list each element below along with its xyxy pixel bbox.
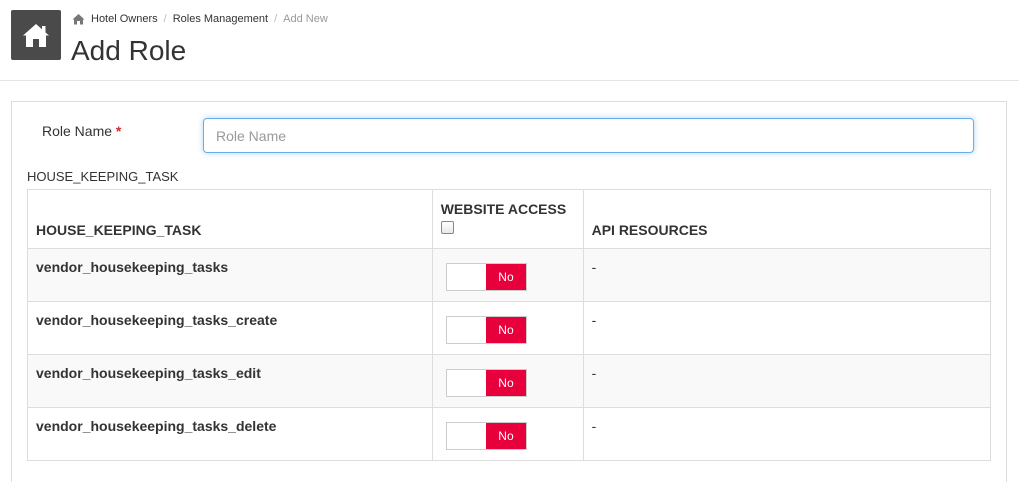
breadcrumb-hotel-owners[interactable]: Hotel Owners [91,13,158,25]
access-cell: No [431,407,584,461]
task-name: vendor_housekeeping_tasks_edit [27,354,433,408]
toggle-knob [446,370,487,396]
toggle-knob [446,317,487,343]
breadcrumb-home-icon[interactable] [72,13,85,25]
select-all-checkbox[interactable] [440,221,454,234]
role-name-label-text: Role Name [42,123,113,139]
column-header-website-access: WEBSITE ACCESS [431,189,584,249]
task-name: vendor_housekeeping_tasks [27,248,433,302]
access-toggle[interactable]: No [445,422,527,450]
breadcrumb: Hotel Owners / Roles Management / Add Ne… [72,11,328,27]
api-resources-cell: - [582,407,992,461]
column-header-api-resources: API RESOURCES [582,189,992,249]
toggle-state-label: No [486,264,526,290]
column-header-task: HOUSE_KEEPING_TASK [27,189,433,249]
toggle-state-label: No [486,370,526,396]
api-resources-cell: - [582,301,992,355]
table-row: vendor_housekeeping_tasks No - [27,248,992,302]
access-cell: No [431,248,584,302]
home-icon [23,24,49,47]
toggle-knob [446,264,487,290]
table-row: vendor_housekeeping_tasks_delete No - [27,407,992,461]
table-row: vendor_housekeeping_tasks_create No - [27,301,992,355]
required-marker: * [115,123,122,139]
table-row: vendor_housekeeping_tasks_edit No - [27,354,992,408]
access-toggle[interactable]: No [445,263,527,291]
api-resources-cell: - [582,354,992,408]
role-name-label: Role Name * [42,123,121,139]
section-title: HOUSE_KEEPING_TASK [27,169,179,184]
home-button[interactable] [11,10,61,60]
page-title: Add Role [71,35,187,66]
breadcrumb-separator: / [274,13,278,25]
toggle-state-label: No [486,317,526,343]
access-toggle[interactable]: No [445,316,527,344]
task-name: vendor_housekeeping_tasks_delete [27,407,433,461]
toggle-knob [446,423,487,449]
access-cell: No [431,301,584,355]
website-access-label: WEBSITE ACCESS [440,201,567,217]
api-resources-cell: - [582,248,992,302]
page-header: Hotel Owners / Roles Management / Add Ne… [0,0,1019,81]
permissions-table: HOUSE_KEEPING_TASK WEBSITE ACCESS API RE… [27,189,992,461]
table-header-row: HOUSE_KEEPING_TASK WEBSITE ACCESS API RE… [27,189,992,249]
role-name-input[interactable] [203,118,974,153]
access-cell: No [431,354,584,408]
task-name: vendor_housekeeping_tasks_create [27,301,433,355]
toggle-state-label: No [486,423,526,449]
breadcrumb-add-new: Add New [283,13,328,25]
breadcrumb-separator: / [163,13,167,25]
breadcrumb-roles-management[interactable]: Roles Management [173,13,268,25]
access-toggle[interactable]: No [445,369,527,397]
